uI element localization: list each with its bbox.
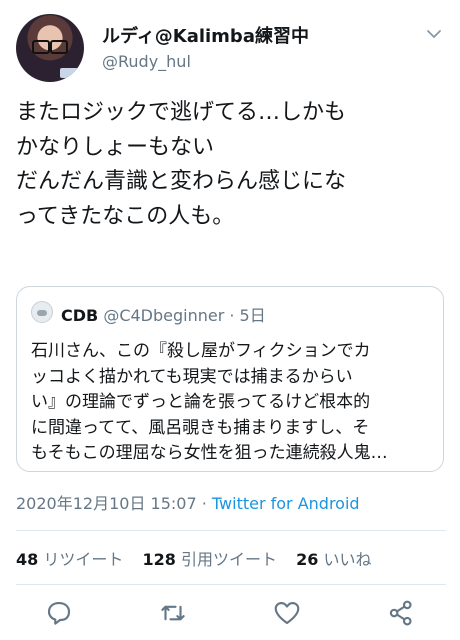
tweet-line: かなりしょーもない [16, 134, 215, 160]
source-link[interactable]: Twitter for Android [212, 494, 360, 513]
retweet-icon[interactable] [158, 598, 188, 628]
action-bar [0, 598, 460, 630]
user-handle[interactable]: @Rudy_hul [102, 52, 191, 71]
tweet-text: またロジックで逃げてる…しかも かなりしょーもない だんだん青識と変わらん感じに… [16, 96, 446, 234]
quote-line: 石川さん、この『殺し屋がフィクションでカ [31, 341, 371, 361]
tweet-line: だんだん青識と変わらん感じにな [16, 169, 347, 194]
chevron-down-icon[interactable] [424, 24, 444, 44]
glasses-shape [32, 40, 68, 54]
tweet-header: ルディ@Kalimba練習中 @Rudy_hul [16, 14, 446, 84]
quotes-count[interactable]: 128 [142, 550, 175, 569]
quote-header: CDB @C4Dbeginner · 5日 [61, 302, 266, 326]
retweets-label[interactable]: リツイート [43, 550, 123, 569]
quote-line: ッコよく描かれても現実では捕まるからい [31, 366, 353, 387]
tweet-stats: 48 リツイート 128 引用ツイート 26 いいね [16, 546, 385, 570]
display-name[interactable]: ルディ@Kalimba練習中 [102, 22, 309, 48]
reply-icon[interactable] [44, 598, 74, 628]
quote-avatar [31, 301, 53, 323]
avatar[interactable] [16, 14, 84, 82]
quote-line: に間違ってて、風呂覗きも捕まりますし、そ [31, 417, 370, 438]
quoted-tweet[interactable]: CDB @C4Dbeginner · 5日 石川さん、この『殺し屋がフィクション… [16, 286, 444, 472]
quote-author-name: CDB [61, 306, 99, 325]
retweets-count[interactable]: 48 [16, 550, 38, 569]
quotes-label[interactable]: 引用ツイート [181, 550, 277, 569]
tweet-line: またロジックで逃げてる…しかも [16, 100, 347, 125]
likes-label[interactable]: いいね [323, 550, 371, 569]
quote-text: 石川さん、この『殺し屋がフィクションでカ ッコよく描かれても現実では捕まるからい… [31, 339, 435, 467]
quote-line: い』の理論でずっと論を張ってるけど根本的 [31, 392, 371, 412]
tweet-line: ってきたなこの人も。 [16, 203, 235, 229]
quote-line: もそもこの理屈なら女性を狙った連続殺人鬼… [31, 443, 388, 463]
avatar-badge [60, 68, 78, 78]
divider [16, 584, 446, 585]
divider [16, 530, 446, 531]
tweet-meta: 2020年12月10日 15:07 · Twitter for Android [16, 490, 360, 514]
like-icon[interactable] [272, 598, 302, 628]
quote-handle-time: @C4Dbeginner · 5日 [103, 306, 266, 325]
likes-count[interactable]: 26 [296, 550, 318, 569]
share-icon[interactable] [386, 598, 416, 628]
timestamp: 2020年12月10日 15:07 · [16, 494, 212, 513]
